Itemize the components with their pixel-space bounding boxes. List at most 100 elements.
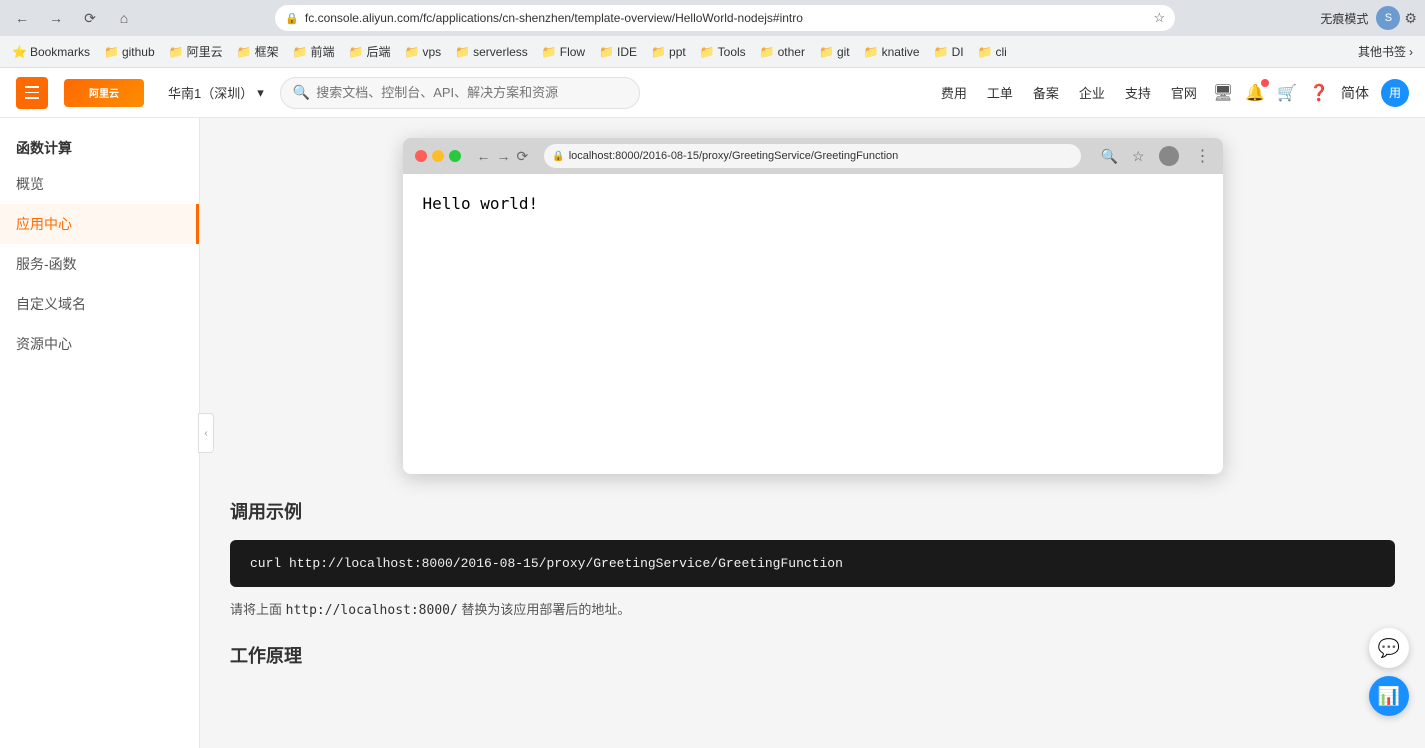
main-content: ← → ⟳ 🔒 localhost:8000/2016-08-15/proxy/… [200, 118, 1425, 748]
work-principle-section: 工作原理 [230, 642, 1395, 668]
cart-icon[interactable]: 🛒 [1277, 83, 1297, 103]
chat-float-button[interactable]: 💬 [1369, 628, 1409, 668]
folder-icon-serverless: 📁 [455, 45, 470, 59]
mockup-back-icon[interactable]: ← [477, 148, 491, 164]
star-icon[interactable]: ☆ [1154, 10, 1166, 26]
top-nav: 阿里云 华南1（深圳） ▾ 🔍 费用 工单 备案 企业 支持 官网 🖥 🔔 🛒 … [0, 68, 1425, 118]
extension-icon[interactable]: ⚙ [1404, 10, 1417, 27]
hamburger-menu-button[interactable] [16, 77, 48, 109]
bookmark-ppt[interactable]: 📁 ppt [645, 42, 692, 62]
minimize-dot [432, 150, 444, 162]
bookmark-github[interactable]: 📁 github [98, 42, 161, 62]
bookmark-backend[interactable]: 📁 后端 [343, 40, 397, 63]
search-icon: 🔍 [293, 84, 310, 101]
bookmarks-bar: ⭐ Bookmarks 📁 github 📁 阿里云 📁 框架 📁 前端 📁 后… [0, 36, 1425, 68]
home-button[interactable]: ⌂ [110, 4, 138, 32]
bookmark-ide[interactable]: 📁 IDE [593, 42, 643, 62]
bookmark-knative[interactable]: 📁 knative [858, 42, 926, 62]
folder-icon-ide: 📁 [599, 45, 614, 59]
mockup-forward-icon[interactable]: → [497, 148, 511, 164]
nav-link-enterprise[interactable]: 企业 [1079, 83, 1105, 102]
browser-mockup-nav-buttons: ← → ⟳ [477, 148, 529, 165]
maximize-dot [449, 150, 461, 162]
sidebar-item-overview[interactable]: 概览 [0, 164, 199, 204]
sidebar-item-custom-domain[interactable]: 自定义域名 [0, 284, 199, 324]
mockup-search-icon[interactable]: 🔍 [1101, 148, 1118, 165]
feedback-icon: 📊 [1378, 686, 1400, 707]
bookmark-di[interactable]: 📁 DI [928, 42, 970, 62]
forward-button[interactable]: → [42, 4, 70, 32]
curl-command: curl http://localhost:8000/2016-08-15/pr… [250, 556, 843, 571]
browser-mockup-buttons [415, 150, 461, 162]
sidebar-item-resource-center[interactable]: 资源中心 [0, 324, 199, 364]
mockup-lock-icon: 🔒 [552, 151, 564, 162]
folder-icon-knative: 📁 [864, 45, 879, 59]
sidebar-wrapper: 函数计算 概览 应用中心 服务-函数 自定义域名 资源中心 ‹ [0, 118, 200, 748]
bookmark-framework[interactable]: 📁 框架 [231, 40, 285, 63]
sidebar: 函数计算 概览 应用中心 服务-函数 自定义域名 资源中心 [0, 118, 200, 748]
bell-icon[interactable]: 🔔 [1245, 83, 1265, 103]
profile-avatar[interactable]: S [1376, 6, 1400, 30]
code-block: curl http://localhost:8000/2016-08-15/pr… [230, 540, 1395, 587]
bookmarks-label[interactable]: ⭐ Bookmarks [6, 42, 96, 62]
feedback-float-button[interactable]: 📊 [1369, 676, 1409, 716]
browser-mockup: ← → ⟳ 🔒 localhost:8000/2016-08-15/proxy/… [403, 138, 1223, 474]
logo-area: 阿里云 [64, 79, 144, 107]
browser-mockup-toolbar: ← → ⟳ 🔒 localhost:8000/2016-08-15/proxy/… [403, 138, 1223, 174]
folder-icon-framework: 📁 [237, 45, 252, 59]
mockup-refresh-icon[interactable]: ⟳ [517, 148, 529, 165]
note-suffix: 替换为该应用部署后的地址。 [458, 602, 631, 617]
bookmark-serverless[interactable]: 📁 serverless [449, 42, 534, 62]
search-input[interactable] [316, 85, 627, 100]
star-bookmark-icon: ⭐ [12, 45, 27, 59]
mockup-star-icon[interactable]: ☆ [1132, 148, 1145, 165]
bookmark-git[interactable]: 📁 git [813, 42, 856, 62]
bookmark-flow[interactable]: 📁 Flow [536, 42, 591, 62]
bookmark-tools[interactable]: 📁 Tools [694, 42, 752, 62]
url-text: fc.console.aliyun.com/fc/applications/cn… [305, 11, 1148, 25]
bookmark-frontend[interactable]: 📁 前端 [287, 40, 341, 63]
collapse-sidebar-button[interactable]: ‹ [198, 413, 214, 453]
help-icon[interactable]: ❓ [1309, 83, 1329, 103]
nav-link-official[interactable]: 官网 [1171, 83, 1197, 102]
language-text[interactable]: 简体 [1341, 83, 1369, 103]
search-bar[interactable]: 🔍 [280, 77, 640, 109]
nav-link-support[interactable]: 支持 [1125, 83, 1151, 102]
hamburger-line-1 [25, 86, 39, 88]
hamburger-line-3 [25, 97, 39, 99]
other-bookmarks[interactable]: 其他书签 › [1352, 40, 1419, 63]
sidebar-item-service-function[interactable]: 服务-函数 [0, 244, 199, 284]
folder-icon-ppt: 📁 [651, 45, 666, 59]
chrome-action-buttons: 无痕模式 S ⚙ [1320, 6, 1417, 30]
folder-icon-frontend: 📁 [293, 45, 308, 59]
bookmark-other[interactable]: 📁 other [754, 42, 811, 62]
chevron-right-icon: › [1409, 45, 1413, 59]
nav-link-beian[interactable]: 备案 [1033, 83, 1059, 102]
nav-icons: 🖥 🔔 🛒 ❓ 简体 用 [1213, 79, 1409, 107]
chevron-down-icon: ▾ [257, 85, 264, 101]
note-code: http://localhost:8000/ [286, 603, 458, 618]
sidebar-item-app-center[interactable]: 应用中心 [0, 204, 199, 244]
address-bar[interactable]: 🔒 fc.console.aliyun.com/fc/applications/… [275, 5, 1175, 31]
mockup-menu-icon[interactable]: ⋮ [1195, 146, 1211, 166]
region-selector[interactable]: 华南1（深圳） ▾ [168, 83, 264, 102]
nav-link-tickets[interactable]: 工单 [987, 83, 1013, 102]
bookmark-vps[interactable]: 📁 vps [399, 42, 448, 62]
bookmarks-text: Bookmarks [30, 45, 90, 59]
folder-icon-git: 📁 [819, 45, 834, 59]
user-avatar[interactable]: 用 [1381, 79, 1409, 107]
bookmark-cli[interactable]: 📁 cli [972, 42, 1013, 62]
back-button[interactable]: ← [8, 4, 36, 32]
sidebar-label-overview: 概览 [16, 174, 44, 194]
sidebar-label-custom-domain: 自定义域名 [16, 294, 86, 314]
chrome-browser-bar: ← → ⟳ ⌂ 🔒 fc.console.aliyun.com/fc/appli… [0, 0, 1425, 68]
monitor-icon[interactable]: 🖥 [1213, 83, 1233, 103]
folder-icon-tools: 📁 [700, 45, 715, 59]
folder-icon-backend: 📁 [349, 45, 364, 59]
aliyun-logo[interactable]: 阿里云 [64, 79, 144, 107]
chat-icon: 💬 [1378, 638, 1400, 659]
browser-mockup-address[interactable]: 🔒 localhost:8000/2016-08-15/proxy/Greeti… [544, 144, 1080, 168]
refresh-button[interactable]: ⟳ [76, 4, 104, 32]
bookmark-aliyun[interactable]: 📁 阿里云 [163, 40, 229, 63]
nav-link-fees[interactable]: 费用 [941, 83, 967, 102]
